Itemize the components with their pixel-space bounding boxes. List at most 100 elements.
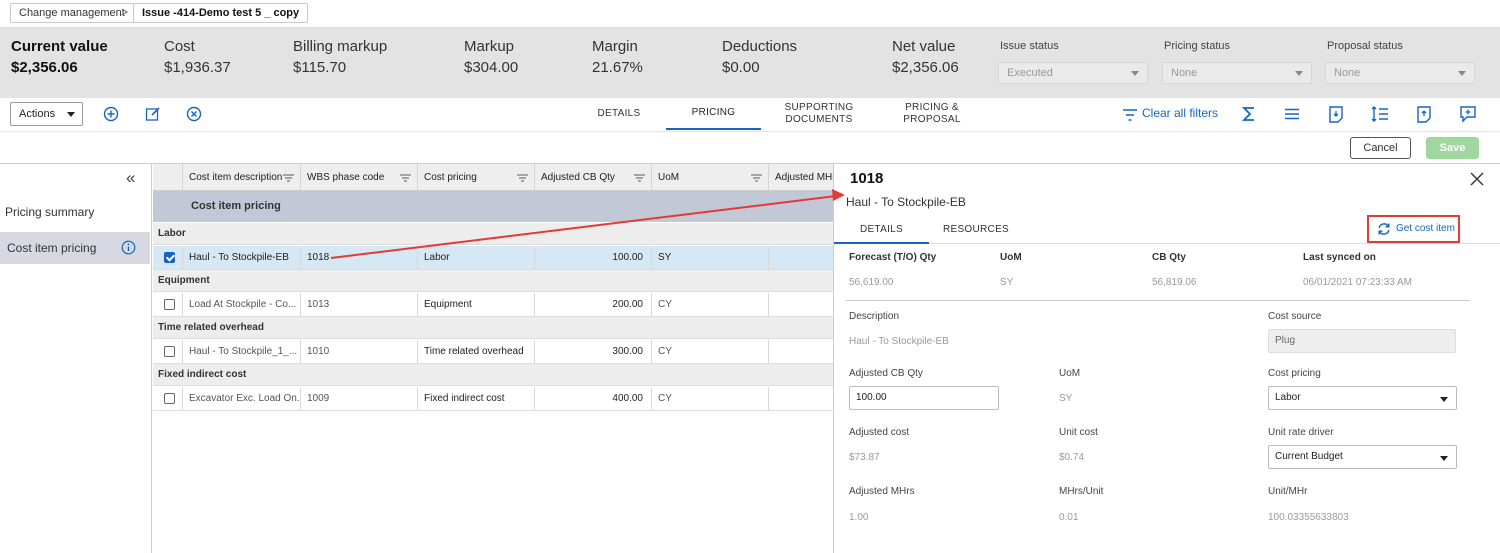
add-icon[interactable] [102,105,120,123]
cell-wbs: 1018 [301,246,418,270]
note-down-icon[interactable] [1327,105,1345,123]
issue-status-select[interactable]: Executed [998,62,1148,84]
tab-pricing-and-proposal[interactable]: PRICING & PROPOSAL [896,98,968,130]
adjusted-cost-value: $73.87 [849,452,880,463]
table-row[interactable]: Haul - To Stockpile-EB 1018 Labor 100.00… [153,246,833,270]
panel-tab-resources[interactable]: RESOURCES [934,216,1018,244]
metric-net-value: Net value $2,356.06 [892,38,959,76]
row-height-icon[interactable] [1371,105,1389,123]
grid-section-band: Cost item pricing [153,191,833,222]
adjusted-mhrs-label: Adjusted MHrs [849,486,915,497]
breadcrumb-change-management[interactable]: Change management [10,3,134,23]
cell-wbs: 1013 [301,293,418,317]
panel-title: 1018 [850,170,884,187]
comment-add-icon[interactable] [1459,105,1477,123]
row-checkbox[interactable] [164,393,175,404]
note-up-icon[interactable] [1415,105,1433,123]
metric-billing-markup: Billing markup $115.70 [293,38,388,76]
group-header-fixed-indirect-cost: Fixed indirect cost [153,364,833,386]
cancel-button[interactable]: Cancel [1350,137,1411,159]
cb-qty-value: 56,819.06 [1152,277,1197,288]
table-row[interactable]: Excavator Exc. Load On... 1009 Fixed ind… [153,387,833,411]
header-adjusted-cb-qty[interactable]: Adjusted CB Qty [535,164,652,191]
panel-subtitle: Haul - To Stockpile-EB [846,195,966,209]
panel-tab-details[interactable]: DETAILS [834,216,929,244]
clear-all-filters-link[interactable]: Clear all filters [1142,106,1218,120]
table-row[interactable]: Haul - To Stockpile_1_... 1010 Time rela… [153,340,833,364]
cell-cost-pricing: Equipment [418,293,535,317]
cell-description: Excavator Exc. Load On... [183,387,301,411]
column-filter-icon[interactable] [751,174,762,182]
header-uom[interactable]: UoM [652,164,769,191]
row-checkbox[interactable] [164,252,175,263]
sidebar: « Pricing summary Cost item pricing [0,164,152,553]
table-row[interactable]: Load At Stockpile - Co... 1013 Equipment… [153,293,833,317]
close-icon[interactable] [1470,172,1484,186]
cell-uom: CY [652,340,769,364]
toolbar: Actions DETAILS PRICING SUPPORTING DOCUM… [0,98,1500,132]
cell-description: Load At Stockpile - Co... [183,293,301,317]
issue-status-label: Issue status [1000,40,1059,52]
cost-pricing-label: Cost pricing [1268,368,1321,379]
breadcrumb-current-issue[interactable]: Issue -414-Demo test 5 _ copy [133,3,309,23]
tab-supporting-documents[interactable]: SUPPORTING DOCUMENTS [778,98,860,130]
cell-adjusted-mhrs [769,340,833,364]
edit-icon[interactable] [144,105,162,123]
header-adjusted-mhrs[interactable]: Adjusted MHrs [769,164,833,191]
cell-adjusted-mhrs [769,246,833,270]
sum-icon[interactable] [1240,105,1258,123]
row-checkbox[interactable] [164,346,175,357]
collapse-sidebar-icon[interactable]: « [126,168,135,188]
unit-rate-driver-select[interactable]: Current Budget [1268,445,1457,469]
header-wbs-phase-code[interactable]: WBS phase code [301,164,418,191]
get-cost-item-button[interactable]: Get cost item [1367,215,1460,243]
cell-adjusted-cb-qty: 300.00 [535,340,652,364]
filter-icon[interactable] [1122,107,1138,123]
column-filter-icon[interactable] [400,174,411,182]
cost-pricing-select[interactable]: Labor [1268,386,1457,410]
refresh-icon [1378,223,1390,235]
chevron-down-icon [1131,71,1139,76]
group-header-labor: Labor [153,223,833,245]
uom-value: SY [1059,393,1073,404]
menu-icon[interactable] [1283,105,1301,123]
actions-dropdown[interactable]: Actions [10,102,83,126]
chevron-down-icon [1440,397,1448,402]
forecast-qty-label: Forecast (T/O) Qty [849,252,937,263]
column-filter-icon[interactable] [517,174,528,182]
description-value: Haul - To Stockpile-EB [849,336,949,347]
proposal-status-label: Proposal status [1327,40,1403,52]
cell-wbs: 1010 [301,340,418,364]
unit-per-mhr-value: 100.03355633803 [1268,512,1349,523]
cb-qty-label: CB Qty [1152,252,1186,263]
column-filter-icon[interactable] [283,174,294,182]
cancel-circle-icon[interactable] [185,105,203,123]
adjusted-cost-label: Adjusted cost [849,427,910,438]
header-cost-item-description[interactable]: Cost item description [183,164,301,191]
uom-label: UoM [1059,368,1081,379]
chevron-down-icon [1295,71,1303,76]
sidebar-item-cost-item-pricing[interactable]: Cost item pricing [0,232,150,264]
tab-pricing[interactable]: PRICING [666,98,761,130]
cell-adjusted-cb-qty: 400.00 [535,387,652,411]
cost-item-grid: Cost item description WBS phase code Cos… [153,164,833,553]
header-cost-pricing[interactable]: Cost pricing [418,164,535,191]
summary-uom-value: SY [1000,277,1014,288]
unit-per-mhr-label: Unit/MHr [1268,486,1308,497]
save-button[interactable]: Save [1426,137,1479,159]
cost-item-detail-panel: 1018 Haul - To Stockpile-EB DETAILS RESO… [833,164,1500,553]
row-select-cell [153,387,183,411]
adjusted-cb-qty-input[interactable]: 100.00 [849,386,999,410]
metric-cost: Cost $1,936.37 [164,38,231,76]
tab-details[interactable]: DETAILS [590,98,648,130]
adjusted-cb-qty-label: Adjusted CB Qty [849,368,923,379]
sidebar-item-pricing-summary[interactable]: Pricing summary [0,197,150,227]
unit-rate-driver-label: Unit rate driver [1268,427,1334,438]
cell-cost-pricing: Labor [418,246,535,270]
proposal-status-select[interactable]: None [1325,62,1475,84]
info-icon[interactable] [121,240,136,255]
row-checkbox[interactable] [164,299,175,310]
pricing-status-select[interactable]: None [1162,62,1312,84]
column-filter-icon[interactable] [634,174,645,182]
chevron-down-icon [1440,456,1448,461]
